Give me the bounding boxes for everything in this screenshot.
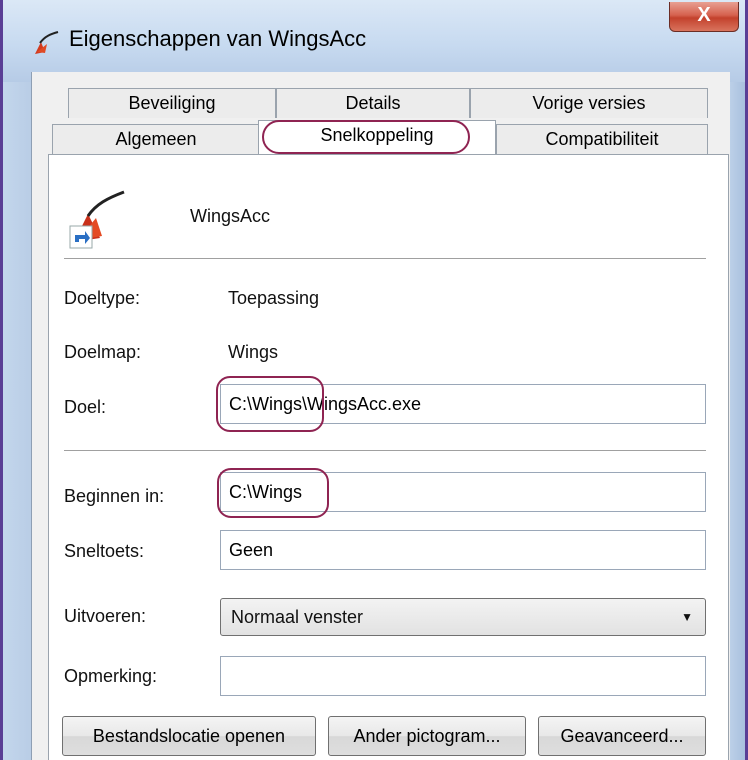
uitvoeren-select[interactable]: Normaal venster ▼: [220, 598, 706, 636]
sneltoets-field[interactable]: Geen: [220, 530, 706, 570]
uitvoeren-selected-value: Normaal venster: [231, 607, 364, 627]
app-name: WingsAcc: [190, 206, 271, 226]
wings-app-icon: [69, 190, 125, 249]
tab-vorige-versies[interactable]: Vorige versies: [470, 88, 708, 118]
open-location-button[interactable]: Bestandslocatie openen: [62, 716, 316, 756]
advanced-button[interactable]: Geavanceerd...: [538, 716, 706, 756]
tab-beveiliging[interactable]: Beveiliging: [68, 88, 276, 118]
tab-details[interactable]: Details: [276, 88, 470, 118]
doelmap-value: Wings: [228, 342, 279, 362]
separator: [64, 258, 706, 260]
beginnen-label: Beginnen in:: [64, 486, 165, 506]
tab-compatibiliteit[interactable]: Compatibiliteit: [496, 124, 708, 154]
uitvoeren-label: Uitvoeren:: [64, 606, 147, 626]
opmerking-label: Opmerking:: [64, 666, 158, 686]
close-icon: X: [697, 4, 711, 26]
doel-highlight-circle: [216, 376, 324, 432]
tab-algemeen[interactable]: Algemeen: [52, 124, 260, 154]
window-title: Eigenschappen van WingsAcc: [69, 26, 367, 51]
close-button[interactable]: X: [669, 2, 739, 32]
title-bar: Eigenschappen van WingsAcc X: [3, 0, 745, 82]
doeltype-value: Toepassing: [228, 288, 320, 308]
opmerking-field[interactable]: [220, 656, 706, 696]
sneltoets-label: Sneltoets:: [64, 541, 145, 561]
separator: [64, 450, 706, 452]
doelmap-label: Doelmap:: [64, 342, 142, 362]
tab-highlight-circle: [262, 120, 470, 154]
left-frame-strip: [3, 82, 31, 760]
change-icon-button[interactable]: Ander pictogram...: [328, 716, 526, 756]
right-frame-strip: [730, 82, 745, 760]
dropdown-arrow-icon: ▼: [681, 610, 693, 624]
beginnen-highlight-circle: [217, 468, 329, 518]
doel-label: Doel:: [64, 397, 107, 417]
wings-title-icon: [35, 31, 59, 54]
doeltype-label: Doeltype:: [64, 288, 141, 308]
